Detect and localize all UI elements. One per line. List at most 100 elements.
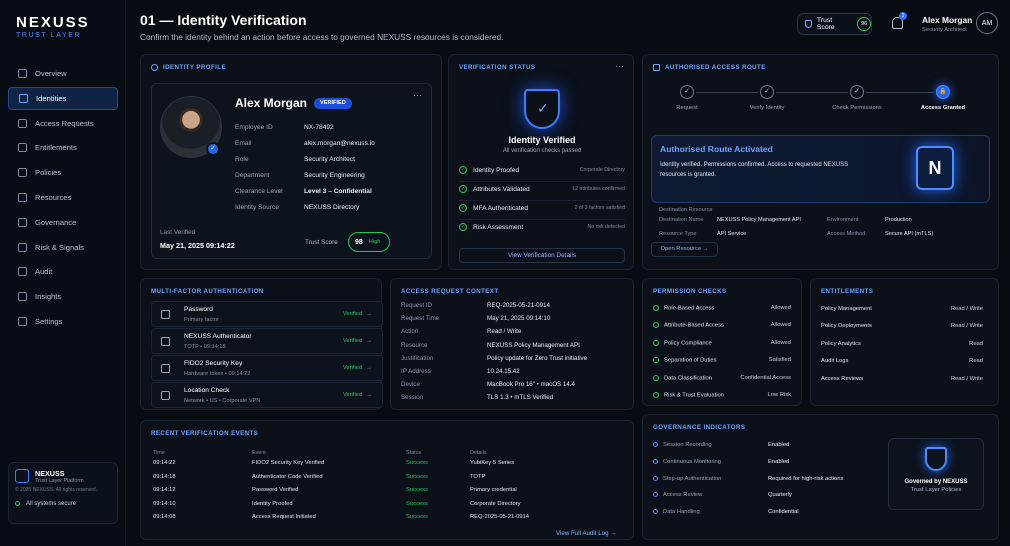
inbox-icon — [18, 118, 27, 128]
sidebar: NEXUSS TRUST LAYER Overview Identities Acc… — [0, 0, 126, 546]
verification-check-detail: No risk detected — [587, 224, 625, 230]
context-row: Request ID REQ-2025-05-21-0914 — [401, 302, 550, 309]
governance-row: Session Recording Enabled — [653, 442, 873, 448]
user-icon — [19, 93, 28, 103]
user-menu[interactable]: Alex Morgan Security Architect — [922, 15, 972, 33]
sidebar-item-label: Governance — [35, 217, 77, 227]
avatar[interactable]: AM — [976, 12, 998, 34]
mfa-factor-row[interactable]: NEXUSS Authenticator TOTP • 09:14:18 Verif… — [151, 328, 383, 354]
mfa-factor-name: Location Check — [184, 387, 230, 394]
view-audit-log-link[interactable]: View Full Audit Log → — [556, 530, 616, 537]
trust-score-pill[interactable]: Trust Score 96 — [797, 13, 872, 35]
verification-check-row: ✓ Identity Proofed Corporate Directory — [459, 166, 625, 178]
event-cell: FIDO2 Security Key Verified — [252, 460, 325, 466]
user-role: Security Architect — [922, 27, 967, 33]
trust-score-gauge: 98 High — [348, 232, 390, 252]
event-cell: 09:14:22 — [153, 460, 176, 466]
mfa-factor-meta: Network • US • Corporate VPN — [184, 398, 261, 404]
context-value: NEXUSS Policy Management API — [487, 341, 580, 349]
event-cell: Success — [406, 473, 428, 480]
lock-icon — [161, 310, 170, 319]
sidebar-item-risk-signals[interactable]: Risk & Signals — [8, 236, 118, 259]
open-resource-button[interactable]: Open Resource → — [651, 242, 718, 257]
verification-check-detail: Corporate Directory — [579, 167, 625, 173]
mfa-factor-status: Verified → — [343, 311, 372, 317]
sidebar-item-audit[interactable]: Audit — [8, 260, 118, 283]
copyright: © 2025 NEXUSS. All rights reserved. — [15, 487, 98, 493]
entitlement-value: Read / Write — [950, 306, 983, 312]
sidebar-item-identities[interactable]: Identities — [8, 86, 118, 110]
entitlement-label: Audit Logs — [821, 358, 849, 365]
destination-field-value: Secure API (mTLS) — [885, 231, 934, 237]
mfa-factor-row[interactable]: Location Check Network • US • Corporate V… — [151, 382, 383, 408]
profile-field-value: Level 3 – Confidential — [304, 188, 372, 195]
entitlement-label: Policy Deployments — [821, 323, 872, 330]
last-verified: Last Verified May 21, 2025 09:14:22 — [160, 229, 235, 250]
sidebar-item-entitlements[interactable]: Entitlements — [8, 136, 118, 159]
check-icon: ✓ — [850, 85, 864, 99]
destination-field-label: Destination Name — [659, 217, 704, 223]
chart-icon — [18, 292, 27, 302]
governance-value: Enabled — [768, 458, 790, 465]
governance-value: Confidential — [768, 509, 799, 516]
event-cell: Primary credential — [470, 487, 517, 493]
more-options-icon[interactable]: ⋯ — [413, 90, 422, 101]
context-label: Justification — [401, 354, 434, 362]
user-name: Alex Morgan — [922, 15, 973, 25]
permission-checks-panel: PERMISSION CHECKS Role-Based Access Allow… — [642, 278, 802, 406]
arrow-right-icon: → — [366, 365, 372, 371]
mfa-heading: MULTI-FACTOR AUTHENTICATION — [151, 288, 264, 295]
check-circle-icon — [653, 305, 659, 311]
mfa-panel: MULTI-FACTOR AUTHENTICATION Password Prim… — [140, 278, 383, 410]
event-cell: Success — [406, 487, 428, 493]
governance-label: Access Review — [663, 492, 703, 499]
sidebar-item-resources[interactable]: Resources — [8, 186, 118, 209]
panel-heading: AUTHORISED ACCESS ROUTE — [653, 64, 766, 71]
mfa-factor-row[interactable]: Password Primary factor Verified → — [151, 301, 383, 327]
access-context-heading: ACCESS REQUEST CONTEXT — [401, 288, 499, 295]
governance-label: Data Handling — [663, 509, 700, 516]
brand-logo[interactable]: NEXUSS TRUST LAYER — [16, 14, 90, 39]
context-label: Request ID — [401, 302, 432, 309]
sidebar-item-label: Audit — [35, 267, 53, 277]
sidebar-item-label: Identities — [36, 93, 67, 103]
sidebar-item-insights[interactable]: Insights — [8, 285, 118, 308]
entitlement-row: Policy Management Read / Write — [821, 306, 983, 312]
access-route-heading: AUTHORISED ACCESS ROUTE — [665, 64, 766, 72]
profile-field-label: Email — [235, 140, 252, 147]
context-label: Resource — [401, 341, 428, 349]
entitlement-value: Read / Write — [950, 375, 983, 382]
entitlement-row: Policy Analytics Read — [821, 341, 983, 347]
context-value: REQ-2025-05-21-0914 — [487, 302, 550, 309]
arrow-right-icon: → — [702, 246, 709, 252]
route-activated-box: Authorised Route Activated Identity veri… — [651, 135, 990, 203]
trust-score-value: 96 — [857, 17, 871, 31]
context-label: Action — [401, 328, 419, 336]
event-cell: Access Request Initiated — [252, 514, 316, 520]
event-cell: 09:14:08 — [153, 514, 176, 520]
profile-field-value: NX-78492 — [304, 124, 334, 131]
mfa-factor-status: Verified → — [343, 365, 372, 371]
context-row: Device MacBook Pro 16" • macOS 14.4 — [401, 381, 575, 388]
sidebar-item-governance[interactable]: Governance — [8, 211, 118, 234]
profile-field: Employee ID NX-78492 — [235, 124, 334, 131]
last-verified-value: May 21, 2025 09:14:22 — [160, 241, 235, 250]
events-column-header: Status — [406, 450, 422, 456]
mfa-factor-row[interactable]: FIDO2 Security Key Hardware token • 09:14… — [151, 355, 383, 381]
destination-field: Access Method Secure API (mTLS) — [827, 231, 933, 237]
sidebar-item-access-requests[interactable]: Access Requests — [8, 112, 118, 135]
sidebar-item-overview[interactable]: Overview — [8, 62, 118, 85]
sidebar-item-settings[interactable]: Settings — [8, 310, 118, 333]
profile-field: Email alex.morgan@nexuss.io — [235, 140, 375, 147]
permission-row: Policy Compliance Allowed — [653, 339, 791, 352]
sidebar-item-policies[interactable]: Policies — [8, 161, 118, 184]
view-verification-details-button[interactable]: View Verification Details — [459, 248, 625, 263]
governance-value: Quarterly — [768, 492, 792, 499]
key-icon — [161, 364, 170, 373]
event-cell: Password Verified — [252, 487, 299, 493]
divider — [459, 200, 625, 201]
scale-icon — [18, 217, 27, 227]
page-subtitle: Confirm the identity behind an action be… — [140, 32, 504, 42]
more-options-icon[interactable]: ⋯ — [615, 61, 624, 72]
mfa-factor-status: Verified → — [343, 338, 372, 344]
